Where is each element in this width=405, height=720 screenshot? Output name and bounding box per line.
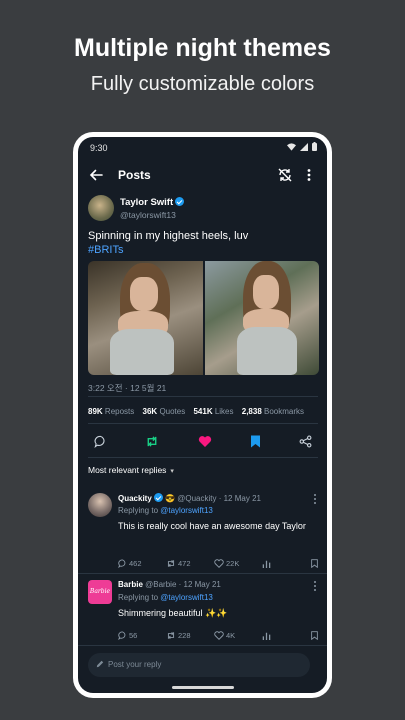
verified-badge-icon (153, 493, 163, 502)
promo-title: Multiple night themes (74, 34, 331, 62)
page-title: Posts (118, 168, 151, 182)
avatar[interactable]: Barbie (88, 580, 112, 604)
repost-icon (167, 559, 175, 568)
reply-text: This is really cool have an awesome day … (118, 521, 306, 531)
reply-author-name: Quackity (118, 494, 152, 503)
replying-to-handle[interactable]: @taylorswift13 (160, 506, 213, 515)
more-vert-icon[interactable] (310, 493, 320, 505)
pen-icon (96, 660, 104, 668)
reply-author-emoji: 😎 (165, 494, 175, 503)
reply-author-name: Barbie (118, 580, 143, 589)
reply-icon (118, 631, 126, 640)
stat-bookmarks[interactable]: 2,838 Bookmarks (242, 407, 304, 416)
reply-icon (118, 559, 126, 568)
like-count[interactable]: 22K (214, 559, 239, 568)
phone-frame: 9:30 Posts Taylor Swift @taylorswift13 S… (73, 132, 332, 698)
avatar[interactable] (88, 493, 112, 517)
post-stats: 89K Reposts 36K Quotes 541K Likes 2,838 … (88, 407, 323, 416)
divider (88, 423, 318, 424)
more-vert-icon[interactable] (310, 580, 320, 592)
promo-subtitle: Fully customizable colors (90, 73, 315, 95)
heart-icon (214, 559, 224, 568)
like-count[interactable]: 4K (214, 631, 235, 640)
chevron-down-icon: ▾ (170, 468, 174, 475)
post-body: Spinning in my highest heels, luv (88, 230, 249, 242)
divider (88, 457, 318, 458)
divider (78, 573, 327, 574)
status-bar: 9:30 (78, 137, 327, 159)
bookmark-action[interactable] (311, 631, 318, 640)
replying-to-label: Replying to (118, 506, 159, 515)
heart-icon (214, 631, 224, 640)
stat-reposts[interactable]: 89K Reposts (88, 407, 134, 416)
post-author[interactable]: Taylor Swift @taylorswift13 (88, 195, 318, 225)
arrow-back-icon[interactable] (88, 167, 104, 183)
chart-icon (262, 632, 271, 640)
reply-author-handle: @Quackity (177, 494, 217, 503)
share-icon[interactable] (299, 435, 312, 448)
reply-date: · 12 May 21 (218, 494, 261, 503)
battery-icon (312, 142, 317, 151)
post-actions (88, 431, 318, 451)
heart-icon[interactable] (198, 435, 212, 448)
reply-actions: 56 228 4K (118, 631, 320, 643)
avatar[interactable] (88, 195, 114, 221)
post-text: Spinning in my highest heels, luv #BRITs (88, 229, 318, 257)
reply-icon[interactable] (94, 435, 107, 448)
status-time: 9:30 (90, 143, 108, 153)
repost-icon[interactable] (145, 435, 159, 448)
reply-item[interactable]: Quackity 😎 @Quackity · 12 May 21 Replyin… (88, 493, 320, 573)
replying-to-handle[interactable]: @taylorswift13 (160, 593, 213, 602)
divider (88, 396, 318, 397)
verified-badge-icon (175, 197, 185, 206)
media-image-2[interactable] (204, 261, 319, 375)
sync-off-icon[interactable] (277, 167, 293, 183)
wifi-icon (287, 142, 296, 151)
stat-likes[interactable]: 541K Likes (193, 407, 233, 416)
replying-to-label: Replying to (118, 593, 159, 602)
reply-author-handle: @Barbie (145, 580, 177, 589)
reply-date: · 12 May 21 (178, 580, 221, 589)
bookmark-icon[interactable] (250, 435, 261, 448)
author-name: Taylor Swift (120, 197, 174, 208)
bookmark-icon (311, 631, 318, 640)
reply-text: Shimmering beautiful ✨✨ (118, 608, 228, 618)
author-handle: @taylorswift13 (120, 210, 176, 220)
app-screen: 9:30 Posts Taylor Swift @taylorswift13 S… (78, 137, 327, 693)
post-media[interactable] (88, 261, 319, 375)
divider (78, 645, 327, 646)
post-hashtag[interactable]: #BRITs (88, 243, 318, 257)
chart-icon (262, 560, 271, 568)
reply-item[interactable]: Barbie Barbie @Barbie · 12 May 21 Replyi… (88, 580, 320, 648)
repost-icon (167, 631, 175, 640)
bookmark-action[interactable] (311, 559, 318, 568)
more-vert-icon[interactable] (301, 167, 317, 183)
post-timestamp: 3:22 오전 · 12 5월 21 (88, 383, 167, 393)
reply-input-placeholder: Post your reply (108, 660, 162, 669)
system-icons (287, 142, 317, 151)
reply-actions: 462 472 22K (118, 559, 320, 571)
stat-quotes[interactable]: 36K Quotes (143, 407, 186, 416)
app-bar: Posts (78, 159, 327, 191)
repost-count[interactable]: 228 (166, 631, 191, 640)
signal-icon (300, 142, 308, 151)
reply-input[interactable]: Post your reply (88, 653, 310, 677)
replies-sort-dropdown[interactable]: Most relevant replies ▾ (88, 465, 174, 475)
views-chart[interactable] (262, 559, 271, 568)
reply-count[interactable]: 462 (118, 559, 142, 568)
media-image-1[interactable] (88, 261, 203, 375)
bookmark-icon (311, 559, 318, 568)
reply-count[interactable]: 56 (118, 631, 137, 640)
repost-count[interactable]: 472 (166, 559, 191, 568)
views-chart[interactable] (262, 631, 271, 640)
replies-sort-label: Most relevant replies (88, 465, 167, 475)
home-indicator[interactable] (172, 686, 234, 689)
